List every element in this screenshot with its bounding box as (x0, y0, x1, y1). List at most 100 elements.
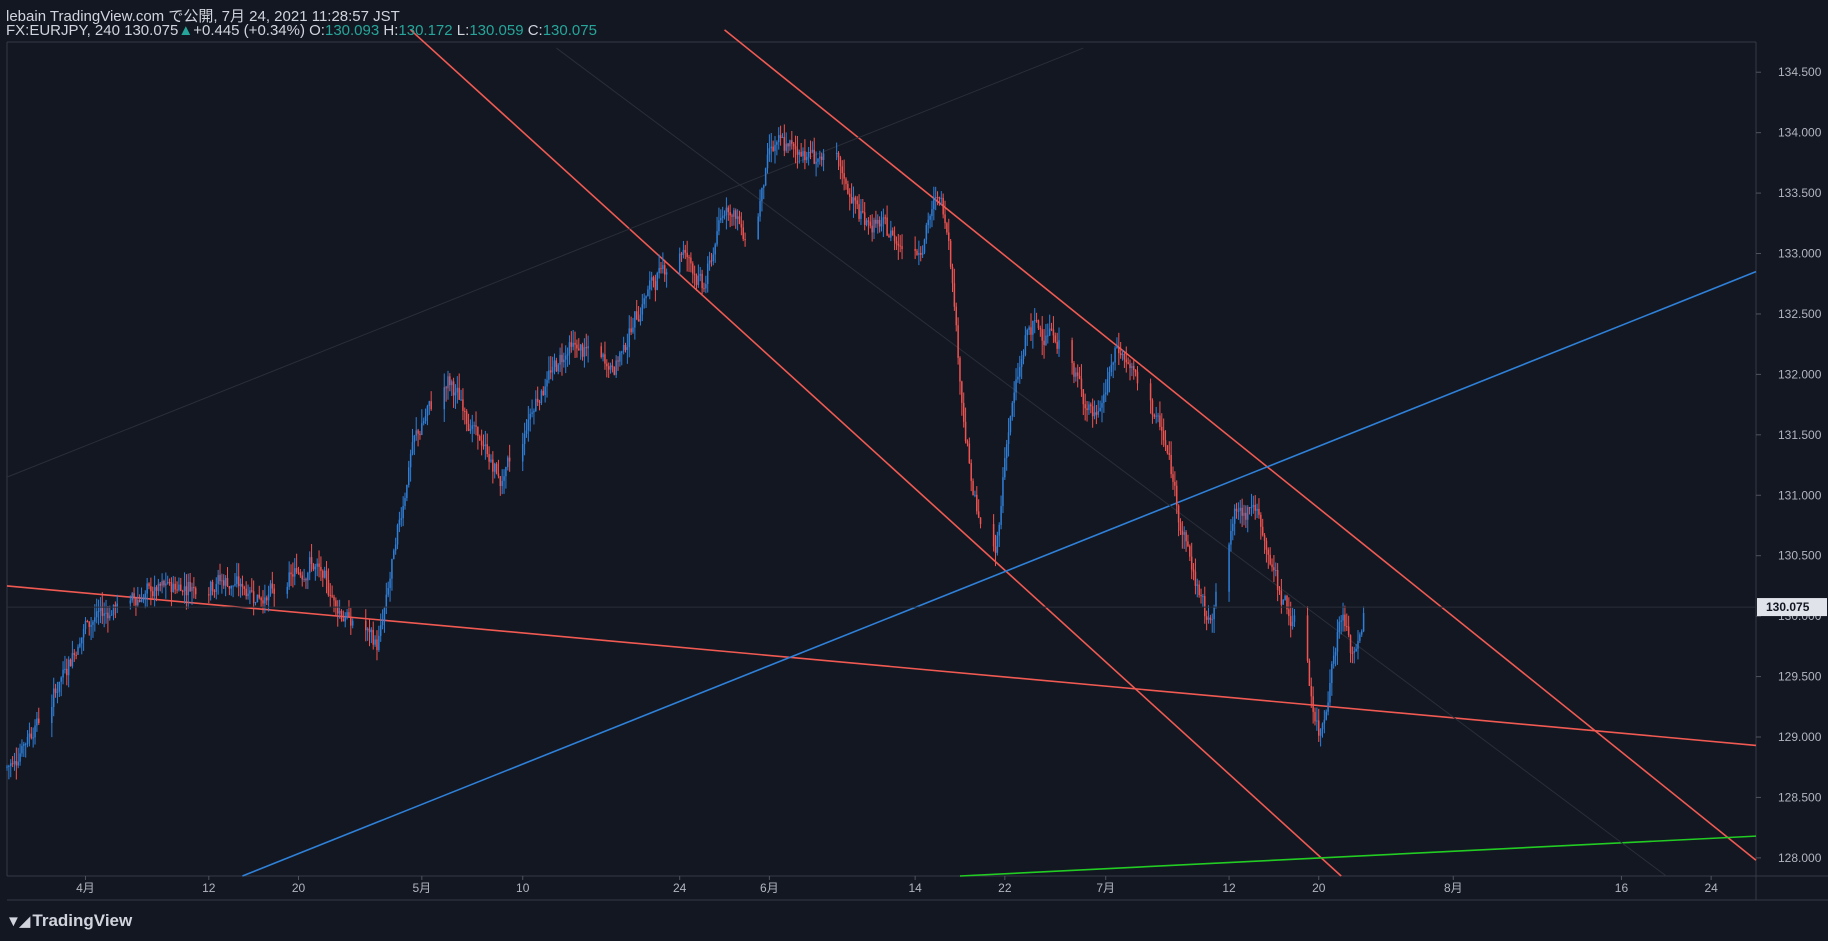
candle-body (970, 463, 972, 481)
candle-body (628, 328, 630, 348)
up-arrow-icon: ▲ (178, 22, 194, 39)
candle-body (219, 575, 221, 582)
candle-body (680, 253, 683, 255)
candle-body (682, 249, 685, 255)
candle-body (1108, 371, 1111, 380)
candle-body (1327, 702, 1329, 712)
candle-body (757, 216, 759, 240)
candle-body (107, 612, 109, 619)
candle-body (841, 166, 844, 174)
candle-body (566, 354, 569, 356)
price-tick-label: 131.500 (1778, 428, 1822, 442)
candle-body (621, 351, 623, 353)
candle-body (413, 435, 416, 443)
candle-body (994, 546, 997, 553)
candle-body (714, 244, 716, 255)
candle-body (488, 454, 490, 462)
candle-body (88, 621, 90, 627)
chart-canvas[interactable]: 134.500 134.000 133.500 133.000 132.500 132.0… (0, 0, 1828, 941)
candle-body (1071, 340, 1073, 364)
candle-body (1133, 366, 1135, 371)
symbol-name[interactable]: FX:EURJPY, 240 (6, 22, 120, 39)
candle-body (454, 392, 457, 396)
candle-body (1088, 404, 1090, 411)
candle-body (109, 615, 111, 619)
candle-body (697, 275, 700, 285)
candle-body (815, 161, 817, 164)
candle-body (807, 152, 810, 157)
candle (923, 238, 926, 255)
candle-body (342, 619, 345, 622)
candle-body (1024, 335, 1027, 355)
time-tick-label: 5月 (412, 881, 431, 895)
candle-body (933, 198, 935, 210)
candle-body (1078, 375, 1081, 379)
candle-body (73, 653, 76, 655)
candle-body (1080, 378, 1083, 390)
candle-body (1101, 402, 1103, 408)
candle-body (792, 143, 795, 147)
candle-body (688, 257, 690, 259)
candle-body (1362, 613, 1365, 632)
candle-body (880, 223, 883, 227)
candle-body (1084, 404, 1086, 409)
candle-body (1116, 346, 1118, 349)
candle-body (1004, 458, 1006, 478)
candle-body (1241, 507, 1243, 516)
candle-body (925, 225, 928, 240)
candle-body (464, 410, 466, 412)
candle-body (1213, 607, 1215, 620)
candle-body (1196, 584, 1199, 586)
candle-body (387, 588, 389, 595)
candle-body (409, 453, 412, 468)
candle-body (505, 466, 507, 477)
candle-body (581, 344, 584, 357)
price-tick-label: 134.500 (1778, 65, 1822, 79)
candle-body (11, 763, 14, 765)
candle-body (1325, 711, 1327, 720)
candle-body (1000, 506, 1002, 525)
candle-body (862, 211, 864, 213)
tradingview-logo[interactable]: ▼◢ TradingView (6, 911, 132, 931)
candle-body (148, 583, 150, 587)
candle-body (1190, 556, 1193, 570)
candle-body (265, 597, 268, 601)
candle-body (701, 273, 703, 289)
price-tick-label: 131.000 (1778, 488, 1822, 502)
candle-body (1278, 589, 1281, 591)
candle-body (1284, 595, 1286, 600)
time-tick-label: 22 (998, 881, 1012, 895)
candle-body (155, 587, 158, 591)
candle-body (624, 344, 627, 350)
candle-body (189, 581, 191, 592)
candle-body (820, 156, 823, 160)
candle-body (895, 241, 898, 244)
candle-body (1347, 626, 1350, 636)
candle-body (1159, 415, 1161, 427)
candle-body (798, 151, 801, 155)
candle-body (538, 401, 541, 403)
candle-body (686, 252, 688, 258)
candle-body (32, 737, 34, 739)
candle-body (1359, 634, 1361, 641)
candle-body (703, 288, 705, 290)
candle-body (23, 744, 25, 746)
candle-body (919, 252, 922, 255)
candle-body (1252, 504, 1255, 507)
candle-body (1149, 383, 1152, 401)
candle-body (391, 559, 393, 579)
candle-body (329, 594, 332, 596)
candle-body (230, 585, 232, 589)
candle-body (301, 575, 303, 580)
candle-body (267, 594, 270, 601)
candle-body (389, 578, 391, 589)
candle-body (574, 342, 576, 345)
high-value: 130.172 (398, 22, 453, 39)
candle-body (617, 360, 619, 362)
candle-body (1121, 353, 1124, 356)
candle-body (479, 436, 481, 441)
candle-body (850, 196, 853, 204)
candle-body (54, 688, 57, 693)
candle-body (1086, 408, 1088, 411)
time-tick-label: 7月 (1096, 881, 1115, 895)
